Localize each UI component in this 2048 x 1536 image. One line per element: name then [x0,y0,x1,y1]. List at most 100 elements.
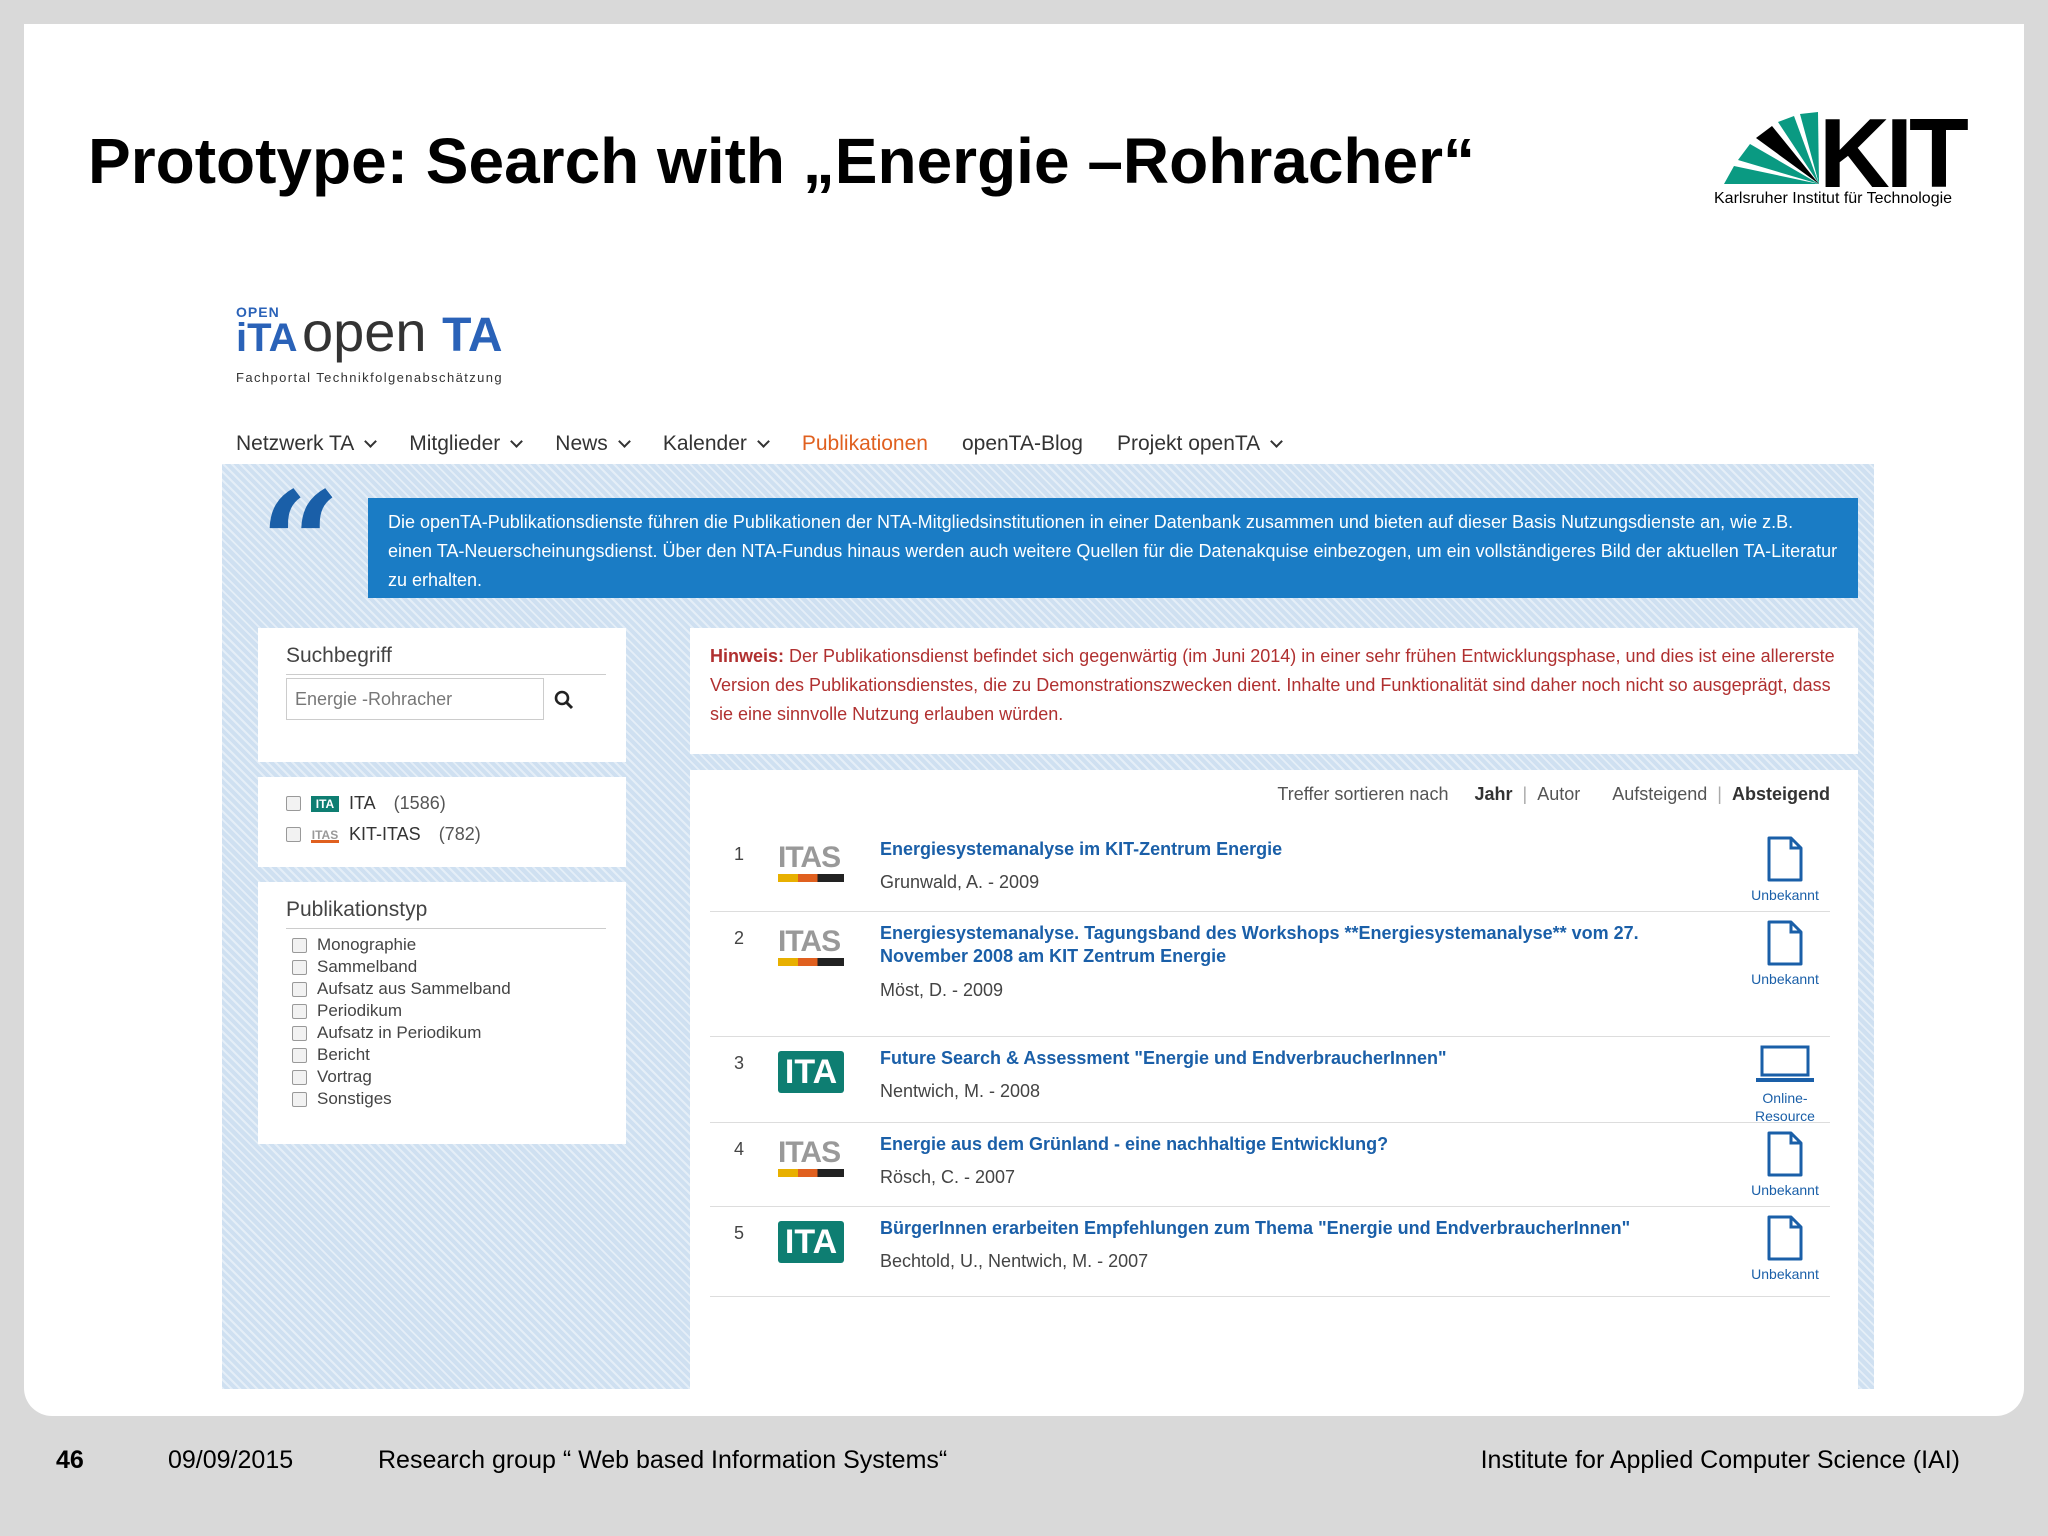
pubtype-label: Vortrag [317,1067,372,1086]
result-type[interactable]: Unbekannt [1740,1215,1830,1283]
institution-count: (782) [438,824,481,844]
itas-logo-bar [778,958,844,966]
result-title-link[interactable]: Energiesystemanalyse im KIT-Zentrum Ener… [880,838,1730,861]
result-title-link[interactable]: Future Search & Assessment "Energie und … [880,1047,1730,1070]
ota-word-ta: TA [442,309,503,362]
search-input[interactable] [286,678,544,720]
sort-separator: | [1522,784,1528,804]
filter-checkbox[interactable] [292,1069,307,1085]
pubtype-filter-item[interactable]: Aufsatz in Periodikum [292,1022,511,1044]
filter-checkbox[interactable] [292,1047,307,1063]
ita-logo-text: ITA [778,1221,844,1263]
ota-subtitle: Fachportal Technikfolgenabschätzung [236,370,504,385]
hint-panel: Hinweis: Der Publikationsdienst befindet… [690,628,1858,754]
result-meta: Grunwald, A. - 2009 [880,872,1040,892]
filter-checkbox[interactable] [292,1091,307,1107]
pubtype-filter-item[interactable]: Monographie [292,934,511,956]
result-type-label: Unbekannt [1751,971,1819,987]
pubtype-label: Monographie [317,935,417,954]
institution-label: ITA [349,793,376,813]
filter-checkbox[interactable] [286,827,301,842]
itas-logo-bar [778,874,844,882]
pubtype-label: Sonstiges [317,1089,392,1108]
result-type-label: Unbekannt [1751,1182,1819,1198]
result-number: 4 [734,1139,745,1159]
filter-checkbox[interactable] [292,1025,307,1041]
sort-desc-link[interactable]: Absteigend [1732,784,1830,805]
result-number: 2 [734,928,745,948]
kit-wordmark: KIT [1819,98,1969,208]
result-type[interactable]: Unbekannt [1740,920,1830,988]
nav-item-projekt-openta[interactable]: Projekt openTA [1117,432,1284,456]
filter-checkbox[interactable] [286,796,301,811]
main-nav: Netzwerk TA Mitglieder News Kalender Publika… [198,419,1874,469]
nav-item-kalender[interactable]: Kalender [662,432,770,456]
result-type[interactable]: Unbekannt [1740,1131,1830,1199]
result-type[interactable]: Online-Resource [1740,1045,1830,1125]
embedded-screenshot: OPEN iTA open TA Fachportal Technikfolge… [198,274,1874,1389]
pubtype-filter-item[interactable]: Aufsatz aus Sammelband [292,978,511,1000]
filter-checkbox[interactable] [292,1003,307,1019]
nav-item-label: News [555,432,608,455]
ita-logo-text: ITA [778,1051,844,1093]
institution-label: KIT-ITAS [349,824,421,844]
opента-logo[interactable]: OPEN iTA open TA Fachportal Technikfolge… [236,304,576,386]
nav-item-mitglieder[interactable]: Mitglieder [409,432,524,456]
pubtype-label: Aufsatz in Periodikum [317,1023,482,1042]
nav-item-label: Kalender [662,432,747,455]
chevron-down-icon [617,435,631,448]
footer-group: Research group “ Web based Information S… [378,1446,948,1474]
nav-item-label: Mitglieder [409,432,501,455]
nav-item-openta-blog[interactable]: openTA-Blog [962,432,1083,456]
nav-item-news[interactable]: News [555,432,631,456]
chevron-down-icon [1270,435,1284,448]
pubtype-filter-item[interactable]: Sammelband [292,956,511,978]
result-type-label: Unbekannt [1751,1266,1819,1282]
itas-logo-icon: ITAS [778,926,846,972]
nav-item-publikationen[interactable]: Publikationen [802,432,928,456]
pubtype-label: Sammelband [317,957,418,976]
ota-badge-main: iTA [236,316,298,360]
hint-text: Der Publikationsdienst befindet sich geg… [710,646,1835,724]
institution-filter-ita[interactable]: ITA ITA (1586) [286,793,446,814]
footer-institute: Institute for Applied Computer Science (… [1480,1446,1960,1474]
result-title-link[interactable]: BürgerInnen erarbeiten Empfehlungen zum … [880,1217,1730,1240]
result-title-link[interactable]: Energiesystemanalyse. Tagungsband des Wo… [880,922,1730,968]
document-icon [1740,1215,1830,1261]
chevron-down-icon [757,435,770,448]
institution-filter-panel: ITA ITA (1586) ITAS KIT-ITAS (782) [258,777,626,867]
intro-box: Die openTA-Publikationsdienste führen di… [368,498,1858,598]
pubtype-filter-item[interactable]: Sonstiges [292,1088,511,1110]
sort-label: Treffer sortieren nach [1277,784,1449,804]
pubtype-label: Aufsatz aus Sammelband [317,979,511,998]
chevron-down-icon [510,435,524,448]
pubtype-filter-item[interactable]: Periodikum [292,1000,511,1022]
result-number: 3 [734,1053,745,1073]
itas-logo-icon: ITAS [778,1137,846,1183]
laptop-icon [1740,1045,1830,1085]
result-title-link[interactable]: Energie aus dem Grünland - eine nachhalt… [880,1133,1730,1156]
chevron-down-icon [364,435,378,448]
pubtype-panel: Publikationstyp Monographie Sammelband Auf… [258,882,626,1144]
results-panel: Treffer sortieren nach Jahr | Autor Aufs… [690,770,1858,1389]
filter-checkbox[interactable] [292,937,307,953]
sort-year-link[interactable]: Jahr [1474,784,1512,805]
nav-item-label: Projekt openTA [1117,432,1261,455]
kit-subtitle: Karlsruher Institut für Technologie [1714,190,1953,207]
institution-filter-kit-itas[interactable]: ITAS KIT-ITAS (782) [286,824,481,845]
pubtype-filter-item[interactable]: Bericht [292,1044,511,1066]
nav-item-netzwerk-ta[interactable]: Netzwerk TA [236,432,378,456]
kit-fan-icon [1724,112,1819,184]
filter-checkbox[interactable] [292,959,307,975]
search-icon[interactable] [552,688,576,712]
filter-checkbox[interactable] [292,981,307,997]
result-type[interactable]: Unbekannt [1740,836,1830,904]
sort-author-link[interactable]: Autor [1537,784,1580,805]
nav-item-label: Publikationen [801,432,928,455]
nav-item-label: openTA-Blog [961,432,1083,455]
result-row: 4 ITAS Energie aus dem Grünland - eine nac… [710,1123,1830,1207]
pubtype-filter-item[interactable]: Vortrag [292,1066,511,1088]
sort-asc-link[interactable]: Aufsteigend [1612,784,1707,805]
result-row: 1 ITAS Energiesystemanalyse im KIT-Zentrum… [710,828,1830,912]
pubtype-label: Bericht [317,1045,370,1064]
